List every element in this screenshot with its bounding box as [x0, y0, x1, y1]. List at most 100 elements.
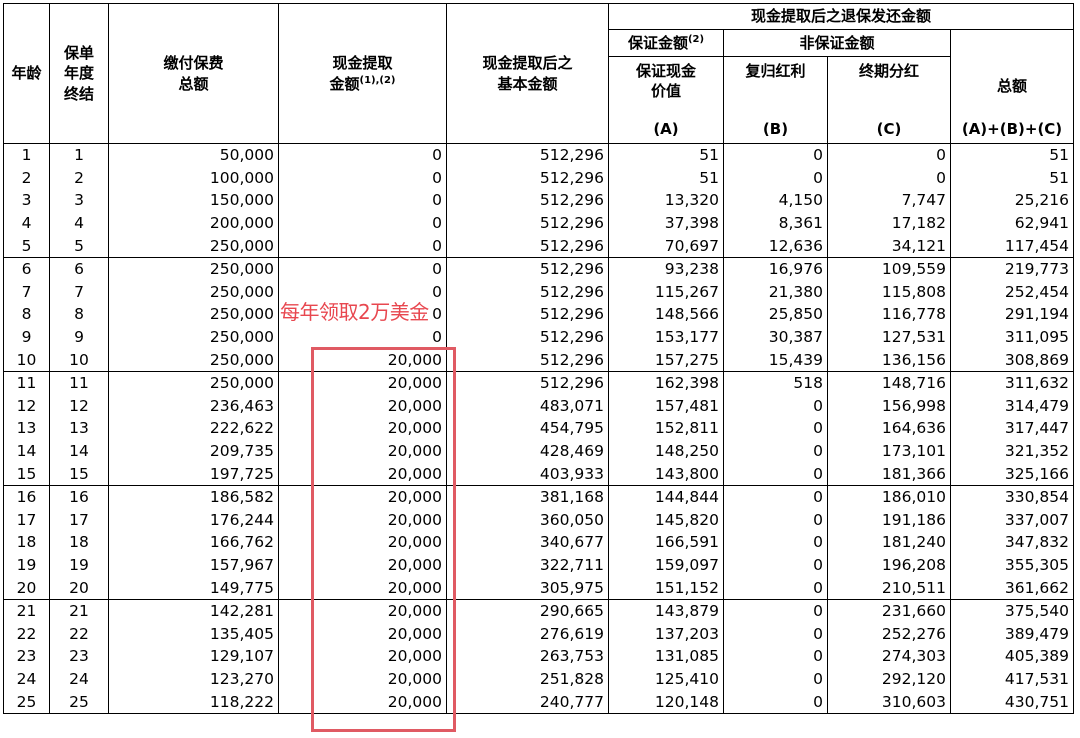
header-letter-c: (C): [876, 119, 902, 138]
cell-guaranteed-cash-value: 115,267: [608, 280, 724, 304]
cell-policy-year: 12: [49, 394, 109, 418]
cell-age: 22: [3, 622, 50, 646]
cell-basic-amount: 305,975: [446, 576, 609, 600]
cell-terminal-dividend: 127,531: [827, 325, 951, 349]
cell-total: 51: [949, 166, 1075, 190]
cell-total: 25,216: [949, 189, 1075, 212]
cell-premium-paid: 157,967: [108, 553, 279, 577]
cell-reversionary-bonus: 0: [723, 508, 828, 532]
cell-withdrawal-amount: 20,000: [278, 598, 447, 623]
header-total-label: 总额: [997, 77, 1028, 96]
cell-total: 314,479: [949, 394, 1075, 418]
cell-guaranteed-cash-value: 120,148: [608, 690, 724, 714]
cell-reversionary-bonus: 0: [723, 484, 828, 509]
cell-terminal-dividend: 292,120: [827, 667, 951, 691]
cell-guaranteed-cash-value: 145,820: [608, 508, 724, 532]
cell-total: 355,305: [949, 553, 1075, 577]
cell-guaranteed-cash-value: 148,250: [608, 439, 724, 463]
table-row: 4 4 200,000 0 512,296 37,398 8,361 17,182 62,941: [3, 211, 1075, 235]
cell-age: 25: [3, 690, 50, 714]
table-row: 25 25 118,222 20,000 240,777 120,148 0 310,603 4…: [3, 690, 1075, 714]
header-premium-paid-line2: 总额: [178, 74, 209, 93]
cell-withdrawal-amount: 0: [278, 325, 447, 349]
cell-premium-paid: 250,000: [108, 234, 279, 258]
header-withdrawal-amount-line2: 金额: [329, 74, 360, 93]
cell-reversionary-bonus: 0: [723, 690, 828, 714]
cell-total: 317,447: [949, 417, 1075, 440]
cell-basic-amount: 512,296: [446, 211, 609, 235]
cell-premium-paid: 135,405: [108, 622, 279, 646]
table-row: 16 16 186,582 20,000 381,168 144,844 0 186,010 3…: [3, 484, 1075, 509]
cell-basic-amount: 263,753: [446, 645, 609, 668]
cell-reversionary-bonus: 0: [723, 622, 828, 646]
cell-age: 10: [3, 348, 50, 372]
cell-policy-year: 7: [49, 280, 109, 304]
cell-premium-paid: 250,000: [108, 325, 279, 349]
table-row: 8 8 250,000 0 512,296 148,566 25,850 116,778 291…: [3, 303, 1075, 326]
cell-total: 375,540: [949, 598, 1075, 623]
header-withdrawal-amount-footnote: (1),(2): [359, 74, 396, 86]
cell-total: 321,352: [949, 439, 1075, 463]
cell-age: 16: [3, 484, 50, 509]
cell-age: 20: [3, 576, 50, 600]
cell-policy-year: 2: [49, 166, 109, 190]
header-withdrawal-amount: 现金提取 金额(1),(2): [278, 3, 447, 144]
cell-total: 330,854: [949, 484, 1075, 509]
header-basic-amount-after-line2: 基本金额: [497, 74, 558, 93]
cell-policy-year: 21: [49, 598, 109, 623]
cell-terminal-dividend: 156,998: [827, 394, 951, 418]
cell-reversionary-bonus: 0: [723, 462, 828, 486]
cell-terminal-dividend: 136,156: [827, 348, 951, 372]
cell-basic-amount: 322,711: [446, 553, 609, 577]
header-reversionary-bonus: 复归红利 (B): [723, 56, 828, 144]
cell-guaranteed-cash-value: 162,398: [608, 370, 724, 395]
cell-basic-amount: 251,828: [446, 667, 609, 691]
header-total: 总额 (A)+(B)+(C): [949, 29, 1075, 144]
cell-withdrawal-amount: 20,000: [278, 439, 447, 463]
cell-premium-paid: 250,000: [108, 370, 279, 395]
table-row: 11 11 250,000 20,000 512,296 162,398 518 148,71…: [3, 370, 1075, 395]
cell-guaranteed-cash-value: 137,203: [608, 622, 724, 646]
cell-total: 308,869: [949, 348, 1075, 372]
cell-terminal-dividend: 164,636: [827, 417, 951, 440]
cell-policy-year: 5: [49, 234, 109, 258]
cell-terminal-dividend: 181,366: [827, 462, 951, 486]
cell-premium-paid: 222,622: [108, 417, 279, 440]
cell-basic-amount: 290,665: [446, 598, 609, 623]
cell-reversionary-bonus: 12,636: [723, 234, 828, 258]
cell-premium-paid: 118,222: [108, 690, 279, 714]
header-policy-year-end-line3: 终结: [63, 84, 94, 103]
cell-premium-paid: 142,281: [108, 598, 279, 623]
cell-basic-amount: 512,296: [446, 256, 609, 281]
cell-guaranteed-cash-value: 93,238: [608, 256, 724, 281]
cell-guaranteed-cash-value: 159,097: [608, 553, 724, 577]
cell-age: 1: [3, 142, 50, 167]
cell-age: 17: [3, 508, 50, 532]
cell-premium-paid: 150,000: [108, 189, 279, 212]
cell-age: 19: [3, 553, 50, 577]
cell-total: 252,454: [949, 280, 1075, 304]
cell-basic-amount: 512,296: [446, 142, 609, 167]
cell-guaranteed-cash-value: 166,591: [608, 531, 724, 554]
cell-policy-year: 19: [49, 553, 109, 577]
cell-total: 219,773: [949, 256, 1075, 281]
cell-reversionary-bonus: 0: [723, 417, 828, 440]
cell-reversionary-bonus: 21,380: [723, 280, 828, 304]
cell-reversionary-bonus: 0: [723, 142, 828, 167]
table-row: 24 24 123,270 20,000 251,828 125,410 0 292,120 4…: [3, 667, 1075, 691]
cell-age: 2: [3, 166, 50, 190]
cell-policy-year: 16: [49, 484, 109, 509]
table-row: 20 20 149,775 20,000 305,975 151,152 0 210,511 3…: [3, 576, 1075, 600]
cell-total: 417,531: [949, 667, 1075, 691]
header-letter-a: (A): [653, 119, 679, 138]
cell-terminal-dividend: 17,182: [827, 211, 951, 235]
header-terminal-dividend-label: 终期分红: [858, 62, 919, 80]
cell-withdrawal-amount: 20,000: [278, 576, 447, 600]
cell-guaranteed-cash-value: 143,879: [608, 598, 724, 623]
cell-guaranteed-cash-value: 125,410: [608, 667, 724, 691]
cell-premium-paid: 100,000: [108, 166, 279, 190]
cell-age: 24: [3, 667, 50, 691]
cell-basic-amount: 512,296: [446, 189, 609, 212]
table-row: 12 12 236,463 20,000 483,071 157,481 0 156,998 3…: [3, 394, 1075, 418]
cell-guaranteed-cash-value: 37,398: [608, 211, 724, 235]
